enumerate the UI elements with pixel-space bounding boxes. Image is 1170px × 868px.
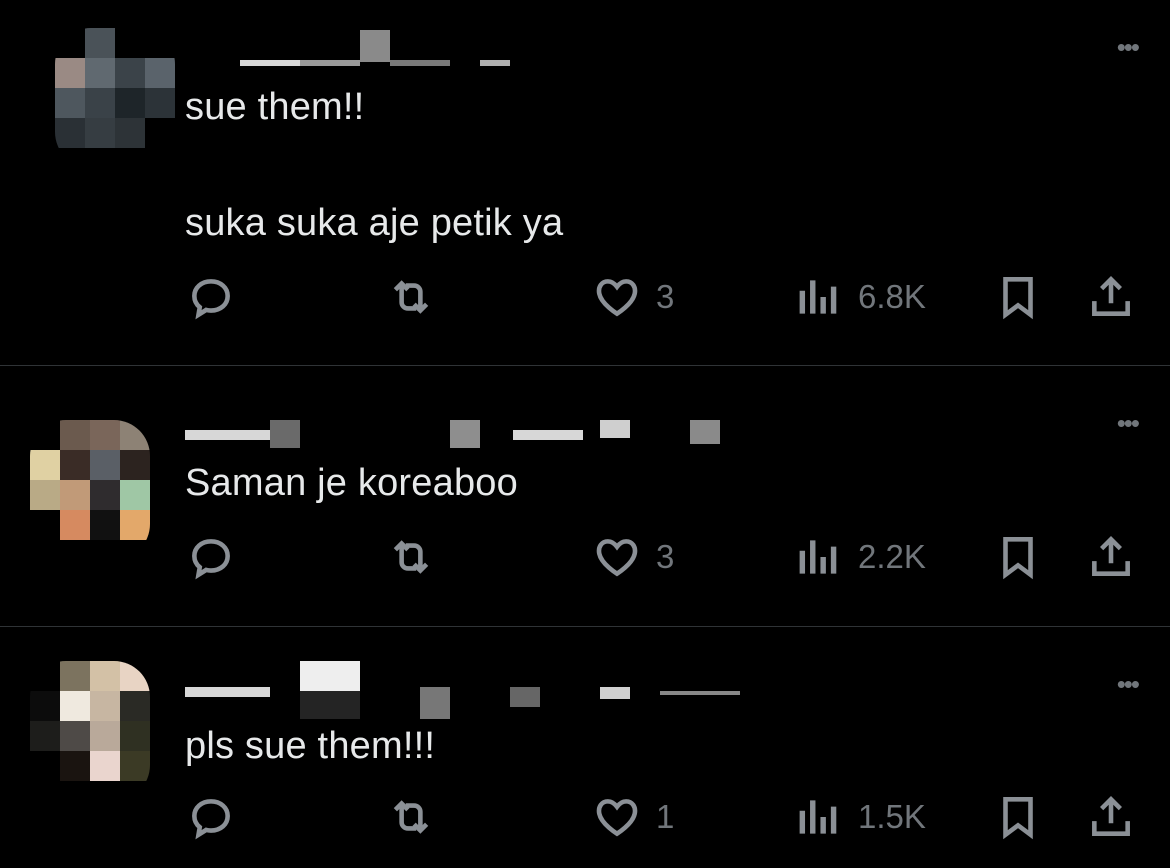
author-name-redacted[interactable] (185, 418, 745, 458)
view-count: 6.8K (858, 278, 926, 315)
tweet-3[interactable]: ••• pls sue them!!! 1 1.5K (0, 627, 1170, 868)
more-options-icon[interactable]: ••• (1117, 32, 1140, 63)
tweet-text-line: sue them!! (185, 86, 365, 128)
bookmark-button[interactable] (993, 792, 1043, 842)
retweet-button[interactable] (386, 272, 436, 322)
bookmark-button[interactable] (993, 532, 1043, 582)
retweet-icon (393, 800, 429, 834)
reply-icon (192, 799, 230, 840)
views-icon (799, 280, 837, 314)
like-button[interactable]: 3 (592, 532, 674, 582)
tweet-actions: 3 2.2K (0, 532, 1170, 592)
tweet-text-line: pls sue them!!! (185, 725, 436, 767)
view-count: 2.2K (858, 538, 926, 575)
share-button[interactable] (1086, 532, 1136, 582)
bookmark-icon (1003, 797, 1033, 840)
heart-icon (596, 279, 638, 317)
tweet-1[interactable]: ••• sue them!! suka suka aje petik ya 3 … (0, 0, 1170, 365)
tweet-text-line: suka suka aje petik ya (185, 202, 564, 244)
like-count: 3 (656, 538, 675, 575)
like-count: 1 (656, 798, 675, 835)
retweet-button[interactable] (386, 792, 436, 842)
views-button[interactable]: 6.8K (794, 272, 926, 322)
tweet-text-line: Saman je koreaboo (185, 462, 518, 504)
author-name-redacted[interactable] (185, 657, 745, 719)
reply-icon (192, 539, 230, 580)
share-icon (1092, 796, 1130, 836)
share-button[interactable] (1086, 792, 1136, 842)
views-button[interactable]: 1.5K (794, 792, 926, 842)
heart-icon (596, 799, 638, 837)
tweet-actions: 1 1.5K (0, 792, 1170, 852)
like-count: 3 (656, 278, 675, 315)
tweet-actions: 3 6.8K (0, 272, 1170, 332)
retweet-icon (393, 280, 429, 314)
more-options-icon[interactable]: ••• (1117, 669, 1140, 700)
share-icon (1092, 536, 1130, 576)
views-button[interactable]: 2.2K (794, 532, 926, 582)
view-count: 1.5K (858, 798, 926, 835)
avatar[interactable] (30, 661, 150, 801)
bookmark-icon (1003, 277, 1033, 320)
reply-button[interactable] (186, 792, 236, 842)
retweet-button[interactable] (386, 532, 436, 582)
views-icon (799, 540, 837, 574)
author-name-redacted[interactable] (185, 28, 585, 68)
retweet-icon (393, 540, 429, 574)
heart-icon (596, 539, 638, 577)
bookmark-icon (1003, 537, 1033, 580)
avatar[interactable] (55, 28, 175, 168)
like-button[interactable]: 3 (592, 272, 674, 322)
reply-button[interactable] (186, 532, 236, 582)
like-button[interactable]: 1 (592, 792, 674, 842)
reply-button[interactable] (186, 272, 236, 322)
tweet-2[interactable]: ••• Saman je koreaboo 3 2.2K (0, 366, 1170, 626)
share-button[interactable] (1086, 272, 1136, 322)
views-icon (799, 800, 837, 834)
more-options-icon[interactable]: ••• (1117, 408, 1140, 439)
reply-icon (192, 279, 230, 320)
bookmark-button[interactable] (993, 272, 1043, 322)
share-icon (1092, 276, 1130, 316)
